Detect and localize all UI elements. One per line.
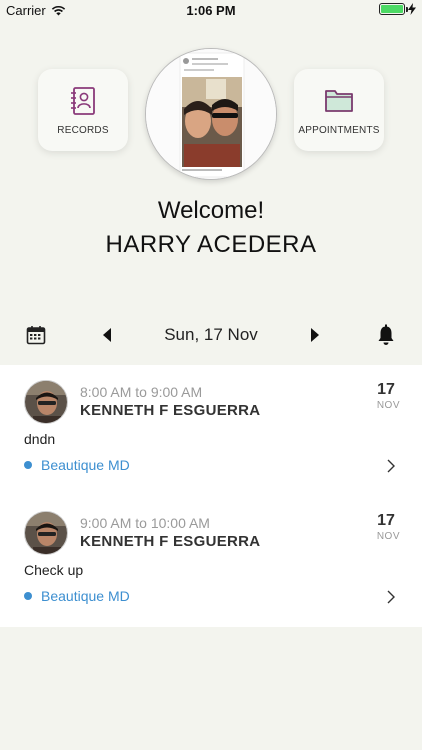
doctor-avatar — [24, 380, 68, 424]
appointment-day: 17 — [377, 381, 395, 398]
appointment-day: 17 — [377, 512, 395, 529]
records-label: RECORDS — [57, 125, 109, 136]
selected-date: Sun, 17 Nov — [164, 325, 258, 344]
appointment-card[interactable]: 9:00 AM to 10:00 AM KENNETH F ESGUERRA 1… — [0, 496, 422, 627]
appointment-time: 8:00 AM to 9:00 AM — [80, 384, 203, 400]
clinic-dot-icon — [24, 461, 32, 469]
doctor-photo — [25, 381, 67, 423]
clinic-row: Beautique MD — [24, 457, 130, 473]
battery-level — [381, 5, 403, 13]
appointment-time: 9:00 AM to 10:00 AM — [80, 515, 210, 531]
appointment-month: NOV — [376, 531, 400, 542]
clinic-dot-icon — [24, 592, 32, 600]
date-navigation: Sun, 17 Nov — [0, 320, 422, 350]
appointment-note: dndn — [24, 431, 56, 447]
appointments-label: APPOINTMENTS — [298, 125, 380, 136]
status-time: 1:06 PM — [186, 3, 236, 18]
appointments-icon-wrap — [294, 87, 384, 115]
battery-tip — [406, 6, 408, 12]
appointment-note: Check up — [24, 562, 84, 578]
battery-icon — [379, 3, 408, 15]
appointment-month: NOV — [376, 400, 400, 411]
appointment-card[interactable]: 8:00 AM to 9:00 AM KENNETH F ESGUERRA 17… — [0, 365, 422, 496]
clinic-name: Beautique MD — [41, 457, 130, 473]
doctor-photo — [25, 512, 67, 554]
welcome-text: Welcome! — [157, 197, 265, 224]
records-icon — [71, 87, 95, 115]
next-day-icon[interactable] — [308, 325, 322, 345]
charging-bolt-icon — [408, 3, 416, 15]
status-bar-right — [379, 3, 416, 15]
chevron-right-icon[interactable] — [386, 458, 396, 474]
status-bar: Carrier 1:06 PM — [0, 0, 422, 22]
profile-photo[interactable] — [145, 48, 277, 180]
doctor-name: KENNETH F ESGUERRA — [80, 533, 261, 550]
clinic-row: Beautique MD — [24, 588, 130, 604]
doctor-avatar — [24, 511, 68, 555]
appointments-button[interactable]: APPOINTMENTS — [294, 69, 384, 151]
profile-photo-image — [146, 49, 276, 179]
folder-icon — [325, 90, 353, 112]
doctor-name: KENNETH F ESGUERRA — [80, 402, 261, 419]
appointment-list: 8:00 AM to 9:00 AM KENNETH F ESGUERRA 17… — [0, 365, 422, 627]
bell-icon[interactable] — [376, 324, 396, 346]
records-icon-wrap — [38, 87, 128, 115]
clinic-name: Beautique MD — [41, 588, 130, 604]
chevron-right-icon[interactable] — [386, 589, 396, 605]
records-button[interactable]: RECORDS — [38, 69, 128, 151]
user-name: HARRY ACEDERA — [105, 231, 317, 258]
